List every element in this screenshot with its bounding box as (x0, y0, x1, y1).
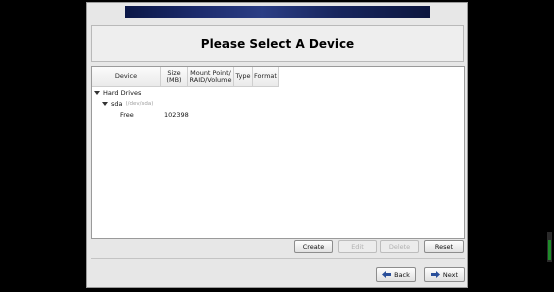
expander-triangle-icon[interactable] (102, 102, 108, 106)
next-label: Next (442, 270, 459, 279)
delete-button[interactable]: Delete (380, 240, 419, 253)
device-tree[interactable]: Device Size (MB) Mount Point/ RAID/Volum… (91, 66, 465, 239)
distro-banner (125, 6, 430, 18)
tree-row-hard-drives[interactable]: Hard Drives (94, 88, 141, 98)
tree-row-sda[interactable]: sda (/dev/sda) (102, 99, 153, 109)
column-size[interactable]: Size (MB) (161, 67, 188, 87)
expander-triangle-icon[interactable] (94, 91, 100, 95)
title-panel: Please Select A Device (91, 25, 464, 62)
partition-size: 102398 (164, 111, 189, 119)
create-button[interactable]: Create (294, 240, 333, 253)
installer-window: Please Select A Device Device Size (MB) … (86, 2, 468, 288)
edit-button[interactable]: Edit (338, 240, 377, 253)
tree-row-free[interactable]: Free 102398 (92, 110, 462, 120)
back-label: Back (394, 270, 410, 279)
group-label: Hard Drives (103, 89, 142, 97)
partition-name: Free (120, 111, 134, 119)
back-arrow-icon (382, 271, 392, 278)
column-device[interactable]: Device (92, 67, 161, 87)
divider (91, 258, 465, 259)
column-type[interactable]: Type (234, 67, 253, 87)
next-arrow-icon (430, 271, 440, 278)
drive-name: sda (111, 100, 123, 108)
reset-button[interactable]: Reset (424, 240, 464, 253)
column-format[interactable]: Format (253, 67, 279, 87)
volume-slider-fill (548, 240, 551, 260)
next-button[interactable]: Next (424, 267, 465, 282)
column-mount-point[interactable]: Mount Point/ RAID/Volume (188, 67, 234, 87)
drive-path: (/dev/sda) (125, 101, 154, 107)
page-title: Please Select A Device (200, 36, 355, 51)
back-button[interactable]: Back (376, 267, 416, 282)
